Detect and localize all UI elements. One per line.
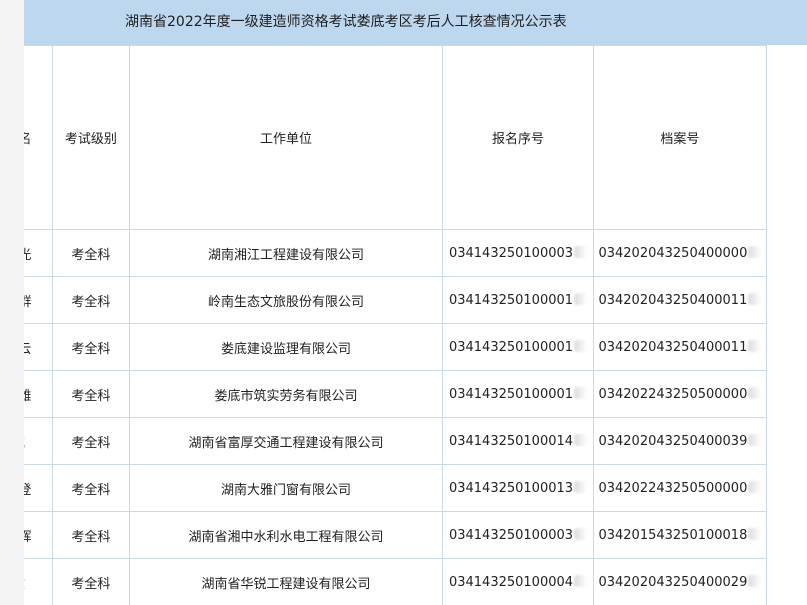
cell-unit[interactable]: 湖南大雅门窗有限公司 <box>128 464 444 512</box>
cell-reg-no[interactable]: 034143250100013 <box>442 464 594 512</box>
cell-level[interactable]: 考全科 <box>51 323 130 371</box>
header-level[interactable]: 考试级别 <box>51 45 130 230</box>
cell-name[interactable]: 世雄 <box>24 370 53 418</box>
cell-file-no[interactable]: 034201543250100018 <box>592 511 768 559</box>
cell-unit[interactable]: 湖南省富厚交通工程建设有限公司 <box>128 417 444 465</box>
cell-level[interactable]: 考全科 <box>51 558 130 605</box>
cell-unit[interactable]: 岭南生态文旅股份有限公司 <box>128 276 444 324</box>
redaction-mask <box>574 245 588 258</box>
header-file-no[interactable]: 档案号 <box>592 45 768 230</box>
cell-reg-no[interactable]: 034143250100014 <box>442 417 594 465</box>
cell-name[interactable]: 跃群 <box>24 276 53 324</box>
file-no-text: 034202043250400000 <box>598 245 748 261</box>
cell-reg-no[interactable]: 034143250100001 <box>442 370 594 418</box>
spreadsheet-area: 湖南省2022年度一级建造师资格考试娄底考区考后人工核查情况公示表 姓名 考试级… <box>24 0 807 605</box>
title-bar: 湖南省2022年度一级建造师资格考试娄底考区考后人工核查情况公示表 <box>24 0 807 45</box>
cell-level[interactable]: 考全科 <box>51 464 130 512</box>
redaction-mask <box>748 433 762 446</box>
cell-unit[interactable]: 娄底市筑实劳务有限公司 <box>128 370 444 418</box>
redaction-mask <box>574 574 588 587</box>
table-row: 应登 考全科 湖南大雅门窗有限公司 034143250100013 034202… <box>24 464 768 512</box>
reg-no-text: 034143250100014 <box>448 433 574 449</box>
reg-no-text: 034143250100001 <box>448 386 574 402</box>
redaction-mask <box>748 386 762 399</box>
table-row: 跃群 考全科 岭南生态文旅股份有限公司 034143250100001 0342… <box>24 276 768 324</box>
cell-file-no[interactable]: 034202043250400029 <box>592 558 768 605</box>
reg-no-text: 034143250100003 <box>448 245 574 261</box>
cell-reg-no[interactable]: 034143250100001 <box>442 323 594 371</box>
reg-no-text: 034143250100001 <box>448 339 574 355</box>
cell-name[interactable]: 健 <box>24 558 53 605</box>
header-row: 姓名 考试级别 工作单位 报名序号 档案号 <box>24 45 768 230</box>
redaction-mask <box>748 245 762 258</box>
redaction-mask <box>748 339 762 352</box>
cell-name[interactable]: 志光 <box>24 229 53 277</box>
cell-file-no[interactable]: 034202243250500000 <box>592 370 768 418</box>
table-row: 世雄 考全科 娄底市筑实劳务有限公司 034143250100001 03420… <box>24 370 768 418</box>
cell-unit[interactable]: 湖南省华锐工程建设有限公司 <box>128 558 444 605</box>
cell-level[interactable]: 考全科 <box>51 276 130 324</box>
cell-unit[interactable]: 湖南省湘中水利水电工程有限公司 <box>128 511 444 559</box>
cell-reg-no[interactable]: 034143250100003 <box>442 229 594 277</box>
cell-level[interactable]: 考全科 <box>51 511 130 559</box>
cell-unit[interactable]: 湖南湘江工程建设有限公司 <box>128 229 444 277</box>
cell-reg-no[interactable]: 034143250100003 <box>442 511 594 559</box>
reg-no-text: 034143250100001 <box>448 292 574 308</box>
table-row: 志光 考全科 湖南湘江工程建设有限公司 034143250100003 0342… <box>24 229 768 277</box>
reg-no-text: 034143250100004 <box>448 574 574 590</box>
file-no-text: 034202043250400011 <box>598 339 748 355</box>
cell-name[interactable]: 采云 <box>24 323 53 371</box>
cell-name[interactable]: 威 <box>24 417 53 465</box>
cell-file-no[interactable]: 034202043250400011 <box>592 323 768 371</box>
redaction-mask <box>574 480 588 493</box>
cell-level[interactable]: 考全科 <box>51 229 130 277</box>
table-row: 威 考全科 湖南省富厚交通工程建设有限公司 034143250100014 03… <box>24 417 768 465</box>
file-no-text: 034202043250400039 <box>598 433 748 449</box>
redaction-mask <box>748 574 762 587</box>
file-no-text: 034202243250500000 <box>598 480 748 496</box>
table-title: 湖南省2022年度一级建造师资格考试娄底考区考后人工核查情况公示表 <box>125 14 567 30</box>
file-no-text: 034202043250400011 <box>598 292 748 308</box>
file-no-text: 034202243250500000 <box>598 386 748 402</box>
cell-reg-no[interactable]: 034143250100004 <box>442 558 594 605</box>
window-left-strip <box>0 0 24 605</box>
header-name[interactable]: 姓名 <box>24 45 53 230</box>
cell-level[interactable]: 考全科 <box>51 417 130 465</box>
cell-name[interactable]: 欣辉 <box>24 511 53 559</box>
redaction-mask <box>748 527 762 540</box>
reg-no-text: 034143250100003 <box>448 527 574 543</box>
redaction-mask <box>748 480 762 493</box>
table-row: 欣辉 考全科 湖南省湘中水利水电工程有限公司 034143250100003 0… <box>24 511 768 559</box>
cell-file-no[interactable]: 034202043250400011 <box>592 276 768 324</box>
reg-no-text: 034143250100013 <box>448 480 574 496</box>
redaction-mask <box>748 292 762 305</box>
table-row: 健 考全科 湖南省华锐工程建设有限公司 034143250100004 0342… <box>24 558 768 605</box>
redaction-mask <box>574 386 588 399</box>
results-table: 姓名 考试级别 工作单位 报名序号 档案号 志光 考全科 湖南湘江工程建设有限公… <box>24 45 768 605</box>
header-reg-no[interactable]: 报名序号 <box>442 45 594 230</box>
table-row: 采云 考全科 娄底建设监理有限公司 034143250100001 034202… <box>24 323 768 371</box>
cell-level[interactable]: 考全科 <box>51 370 130 418</box>
redaction-mask <box>574 527 588 540</box>
cell-file-no[interactable]: 034202043250400039 <box>592 417 768 465</box>
cell-reg-no[interactable]: 034143250100001 <box>442 276 594 324</box>
redaction-mask <box>574 433 588 446</box>
redaction-mask <box>574 292 588 305</box>
cell-file-no[interactable]: 034202043250400000 <box>592 229 768 277</box>
redaction-mask <box>574 339 588 352</box>
file-no-text: 034202043250400029 <box>598 574 748 590</box>
header-unit[interactable]: 工作单位 <box>128 45 444 230</box>
cell-unit[interactable]: 娄底建设监理有限公司 <box>128 323 444 371</box>
file-no-text: 034201543250100018 <box>598 527 748 543</box>
cell-name[interactable]: 应登 <box>24 464 53 512</box>
cell-file-no[interactable]: 034202243250500000 <box>592 464 768 512</box>
